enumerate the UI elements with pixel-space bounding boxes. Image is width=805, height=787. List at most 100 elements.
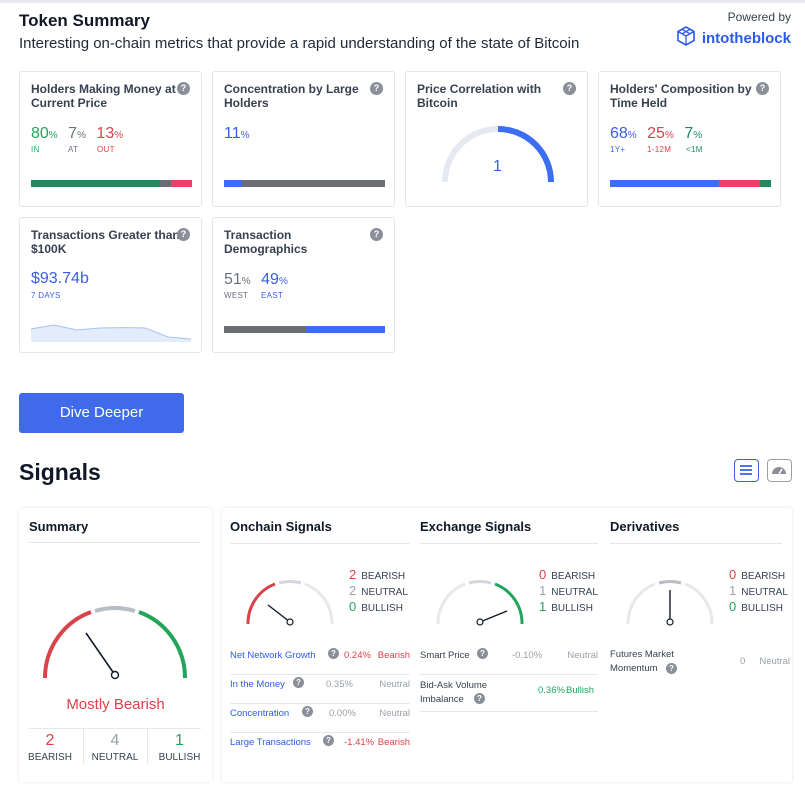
card-title: Holders' Composition by Time Held (610, 82, 752, 110)
out-label: OUT (97, 145, 115, 154)
west-label: WEST (224, 291, 249, 300)
signal-row-concentration[interactable]: Concentration ? 0.00% Neutral (230, 704, 410, 733)
card-holders-making-money: Holders Making Money at Current Price ? … (19, 71, 202, 207)
east-label: EAST (261, 291, 284, 300)
bullish-count: 1 (175, 732, 184, 749)
card-title: Holders Making Money at Current Price (31, 82, 176, 110)
signal-row-in-the-money[interactable]: In the Money ? 0.35% Neutral (230, 675, 410, 704)
onchain-neutral: 2 NEUTRAL (349, 583, 408, 598)
derivatives-bullish: 0 BULLISH (729, 599, 783, 614)
pct-sign: % (278, 276, 288, 287)
exchange-bullish: 1 BULLISH (539, 599, 593, 614)
help-icon[interactable]: ? (474, 693, 485, 704)
help-icon[interactable]: ? (563, 82, 576, 95)
summary-bearish: 2 BEARISH (19, 732, 81, 763)
exchange-neutral: 1 NEUTRAL (539, 583, 598, 598)
signal-row-smart-price[interactable]: Smart Price ? -0.10% Neutral (420, 646, 598, 675)
speedometer-icon (772, 467, 786, 475)
long-term-value: 68 (610, 125, 628, 142)
pct-sign: % (114, 130, 124, 141)
help-icon[interactable]: ? (756, 82, 769, 95)
help-icon[interactable]: ? (666, 663, 677, 674)
bar-segment-large (224, 180, 242, 187)
summary-gauge (42, 606, 188, 680)
mid-term-value: 25 (647, 125, 665, 142)
brand-name: intotheblock (701, 30, 791, 47)
bearish-label: BEARISH (28, 752, 72, 763)
help-icon[interactable]: ? (370, 228, 383, 241)
bar-segment-in (31, 180, 160, 187)
signal-row-large-transactions[interactable]: Large Transactions ? -1.41% Bearish (230, 733, 410, 762)
help-icon[interactable]: ? (323, 735, 334, 746)
help-icon[interactable]: ? (477, 648, 488, 659)
summary-bullish: 1 BULLISH (147, 732, 212, 763)
exchange-gauge (436, 580, 524, 626)
transactions-sparkline (31, 324, 191, 342)
bar-segment-1m (759, 180, 771, 187)
card-signals-summary: Summary Mostly Bearish 2 BEARISH 4 NEUTR… (19, 508, 212, 782)
derivatives-bearish: 0 BEARISH (729, 567, 786, 582)
brand-logo[interactable]: intotheblock (676, 26, 791, 51)
bearish-count: 2 (45, 732, 55, 749)
gauge-view-button[interactable] (767, 459, 792, 482)
pct-sign: % (48, 130, 58, 141)
concentration-value: 11 (224, 125, 241, 142)
signal-row-futures-momentum[interactable]: Futures Market Momentum ? 0 Neutral (610, 646, 790, 683)
correlation-gauge (442, 126, 554, 183)
demographics-bar (224, 326, 385, 333)
help-icon[interactable]: ? (177, 82, 190, 95)
card-title: Price Correlation with Bitcoin (417, 82, 542, 110)
composition-bar (610, 180, 771, 187)
card-large-transactions: Transactions Greater than $100K ? $93.74… (19, 217, 202, 353)
list-view-button[interactable] (734, 459, 759, 482)
short-term-label: <1M (686, 145, 703, 154)
card-price-correlation: Price Correlation with Bitcoin ? 1 (405, 71, 588, 207)
help-icon[interactable]: ? (177, 228, 190, 241)
onchain-bearish: 2 BEARISH (349, 567, 406, 582)
in-label: IN (31, 145, 40, 154)
derivatives-neutral: 1 NEUTRAL (729, 583, 788, 598)
distribution-bar (31, 180, 192, 187)
card-holders-composition: Holders' Composition by Time Held ? 68% … (598, 71, 781, 207)
list-icon (740, 465, 752, 475)
at-label: AT (68, 145, 79, 154)
at-value: 7 (68, 125, 78, 142)
help-icon[interactable]: ? (302, 706, 313, 717)
pct-sign: % (664, 130, 674, 141)
summary-neutral: 4 NEUTRAL (83, 732, 147, 763)
long-term-label: 1Y+ (610, 145, 626, 154)
derivatives-gauge (626, 580, 714, 626)
dive-deeper-button[interactable]: Dive Deeper (19, 393, 184, 433)
card-title: Transactions Greater than $100K (31, 228, 180, 256)
onchain-title: Onchain Signals (230, 519, 332, 534)
pct-sign: % (693, 130, 703, 141)
signal-row-net-network-growth[interactable]: Net Network Growth ? 0.24% Bearish (230, 646, 410, 675)
out-value: 13 (96, 125, 115, 142)
bar-segment-at (159, 180, 172, 187)
derivatives-title: Derivatives (610, 519, 680, 534)
help-icon[interactable]: ? (370, 82, 383, 95)
in-value: 80 (31, 125, 49, 142)
help-icon[interactable]: ? (328, 648, 339, 659)
summary-verdict: Mostly Bearish (66, 696, 165, 713)
summary-title: Summary (29, 519, 89, 534)
signal-row-bid-ask-imbalance[interactable]: Bid-Ask Volume Imbalance ? 0.36% Bullish (420, 675, 598, 712)
card-title: Concentration by Large Holders (224, 82, 359, 110)
bar-segment-rest (241, 180, 385, 187)
card-transaction-demographics: Transaction Demographics ? 51% 49% WEST … (212, 217, 395, 353)
help-icon[interactable]: ? (293, 677, 304, 688)
correlation-value: 1 (493, 158, 502, 175)
east-value: 49 (261, 271, 279, 288)
pct-sign: % (77, 130, 86, 141)
pct-sign: % (240, 130, 250, 141)
bar-segment-east (306, 326, 385, 333)
exchange-bearish: 0 BEARISH (539, 567, 596, 582)
bar-segment-1y (610, 180, 720, 187)
transactions-value: $93.74b (31, 270, 89, 287)
bar-segment-1-12m (719, 180, 760, 187)
onchain-gauge (246, 580, 334, 626)
mid-term-label: 1-12M (647, 145, 672, 154)
concentration-bar (224, 180, 385, 187)
transactions-period: 7 DAYS (31, 291, 61, 300)
neutral-label: NEUTRAL (91, 752, 139, 763)
